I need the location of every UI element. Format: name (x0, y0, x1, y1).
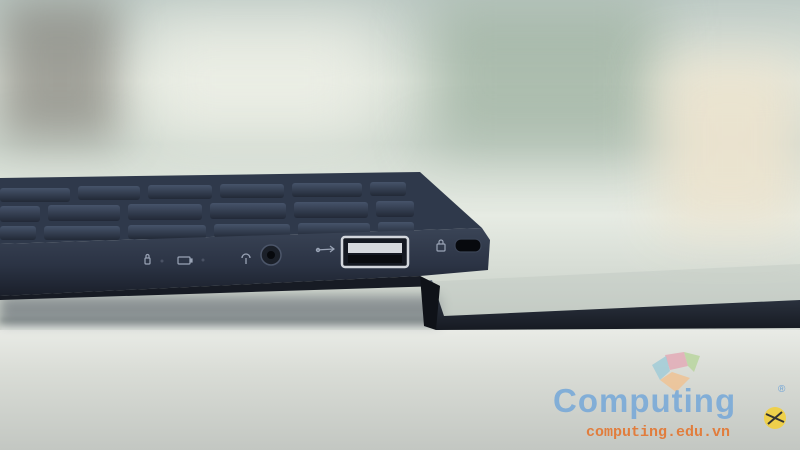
photo-scene: ® Computing computing.edu.vn (0, 0, 800, 450)
registered-mark: ® (778, 384, 786, 395)
watermark-url: computing.edu.vn (586, 424, 731, 441)
watermark-figure (764, 407, 786, 429)
watermark-brand: Computing (553, 382, 737, 419)
